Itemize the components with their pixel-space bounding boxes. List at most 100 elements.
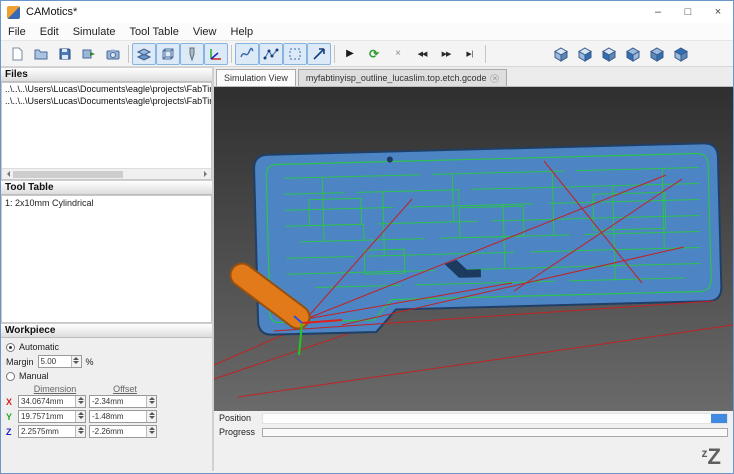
x-offset-spinbox[interactable]: -2.34mm	[89, 395, 157, 408]
file-list: ..\..\..\Users\Lucas\Documents\eagle\pro…	[1, 82, 212, 180]
x-dimension-spinbox[interactable]: 34.0674mm	[18, 395, 86, 408]
viewport-canvas	[214, 87, 733, 411]
open-project-button[interactable]	[29, 43, 53, 65]
scroll-left-icon[interactable]	[2, 169, 13, 180]
play-button[interactable]: ▶	[338, 43, 362, 65]
main-toolbar: ▶ ⟳ × ◀◀ ▶▶ ▶|	[1, 41, 733, 67]
rewind-button[interactable]: ◀◀	[410, 43, 434, 65]
scrollbar-thumb[interactable]	[13, 170, 123, 178]
right-panel: Simulation View myfabtinyisp_outline_luc…	[214, 67, 733, 471]
y-axis-label: Y	[6, 411, 13, 422]
window-controls: – □ ×	[643, 1, 733, 23]
spinner-arrows-icon[interactable]	[75, 396, 85, 407]
z-axis-label: Z	[6, 426, 12, 437]
snapshot-button[interactable]	[101, 43, 125, 65]
maximize-button[interactable]: □	[673, 1, 703, 23]
camotics-window: CAMotics* – □ × File Edit Simulate Tool …	[0, 0, 734, 474]
scroll-right-icon[interactable]	[200, 169, 211, 180]
toggle-direction-button[interactable]	[307, 42, 331, 65]
close-button[interactable]: ×	[703, 1, 733, 23]
app-icon	[7, 5, 20, 19]
window-title: CAMotics*	[26, 6, 78, 18]
reload-button[interactable]: ⟳	[362, 43, 386, 65]
view-right-button[interactable]	[645, 43, 669, 65]
progress-bar	[262, 427, 728, 437]
left-panel: Files ..\..\..\Users\Lucas\Documents\eag…	[1, 67, 212, 471]
stop-button[interactable]: ×	[386, 43, 410, 65]
automatic-label: Automatic	[19, 342, 60, 352]
camotics-logo: z	[701, 446, 708, 460]
toolbar-separator	[128, 44, 129, 63]
menu-item-view[interactable]: View	[186, 26, 224, 38]
spinner-arrows-icon[interactable]	[70, 356, 81, 367]
view-left-button[interactable]	[621, 43, 645, 65]
file-list-item[interactable]: ..\..\..\Users\Lucas\Documents\eagle\pro…	[2, 83, 211, 95]
simulation-viewport[interactable]	[214, 87, 733, 411]
file-list-hscrollbar[interactable]	[2, 168, 211, 179]
tab-close-icon[interactable]: ×	[490, 73, 500, 83]
save-project-button[interactable]	[53, 43, 77, 65]
menu-bar: File Edit Simulate Tool Table View Help	[1, 23, 733, 41]
menu-item-file[interactable]: File	[1, 26, 33, 38]
spinner-arrows-icon[interactable]	[75, 426, 85, 437]
y-offset-spinbox[interactable]: -1.48mm	[89, 410, 157, 423]
z-dimension-spinbox[interactable]: 2.2575mm	[18, 425, 86, 438]
workpiece-table-header: Dimension Offset	[20, 384, 207, 394]
position-row: Position	[214, 411, 733, 425]
y-dimension-spinbox[interactable]: 19.7571mm	[18, 410, 86, 423]
view-top-button[interactable]	[669, 43, 693, 65]
view-isometric-button[interactable]	[549, 43, 573, 65]
toolbar-separator	[334, 44, 335, 63]
table-row: Z 2.2575mm -2.26mm	[6, 425, 207, 438]
tool-table-list: 1: 2x10mm Cylindrical	[1, 195, 212, 323]
export-button[interactable]	[77, 43, 101, 65]
workpiece-panel-header: Workpiece	[1, 323, 212, 338]
menu-item-tool-table[interactable]: Tool Table	[123, 26, 186, 38]
table-row: X 34.0674mm -2.34mm	[6, 395, 207, 408]
toggle-path-lines-button[interactable]	[259, 42, 283, 65]
file-list-item[interactable]: ..\..\..\Users\Lucas\Documents\eagle\pro…	[2, 95, 211, 107]
workpiece-panel: Automatic Margin 5.00 % Manual Dimension	[1, 338, 212, 471]
toggle-tool-button[interactable]	[180, 42, 204, 65]
toolbar-separator	[231, 44, 232, 63]
margin-unit-label: %	[85, 356, 94, 367]
margin-label: Margin	[6, 356, 34, 367]
title-bar: CAMotics* – □ ×	[1, 1, 733, 23]
automatic-radio[interactable]	[6, 342, 15, 352]
spinner-arrows-icon[interactable]	[146, 396, 156, 407]
tab-bar: Simulation View myfabtinyisp_outline_luc…	[214, 67, 733, 87]
spinner-arrows-icon[interactable]	[75, 411, 85, 422]
tab-gcode-file[interactable]: myfabtinyisp_outline_lucaslim.top.etch.g…	[297, 69, 508, 86]
spinner-arrows-icon[interactable]	[146, 411, 156, 422]
toolbar-separator	[485, 44, 486, 63]
main-area: Files ..\..\..\Users\Lucas\Documents\eag…	[1, 67, 733, 471]
position-slider[interactable]	[262, 412, 728, 424]
margin-spinbox[interactable]: 5.00	[37, 355, 82, 368]
tool-list-item[interactable]: 1: 2x10mm Cylindrical	[2, 196, 211, 210]
view-front-button[interactable]	[573, 43, 597, 65]
minimize-button[interactable]: –	[643, 1, 673, 23]
x-axis-label: X	[6, 396, 13, 407]
skip-to-end-button[interactable]: ▶|	[458, 43, 482, 65]
toggle-smooth-path-button[interactable]	[235, 42, 259, 65]
menu-item-simulate[interactable]: Simulate	[66, 26, 123, 38]
menu-item-help[interactable]: Help	[224, 26, 261, 38]
fast-forward-button[interactable]: ▶▶	[434, 43, 458, 65]
dimension-column-header: Dimension	[33, 384, 77, 394]
toggle-bounds-button[interactable]	[283, 42, 307, 65]
position-slider-handle[interactable]	[711, 413, 727, 423]
new-project-button[interactable]	[5, 43, 29, 65]
toggle-workpiece-button[interactable]	[156, 42, 180, 65]
view-back-button[interactable]	[597, 43, 621, 65]
toggle-surface-button[interactable]	[132, 42, 156, 65]
toggle-axes-button[interactable]	[204, 42, 228, 65]
z-offset-spinbox[interactable]: -2.26mm	[89, 425, 157, 438]
manual-radio[interactable]	[6, 371, 15, 381]
menu-item-edit[interactable]: Edit	[33, 26, 66, 38]
tab-simulation-view[interactable]: Simulation View	[216, 69, 296, 86]
offset-column-header: Offset	[113, 384, 137, 394]
logo-row: z Z	[214, 439, 733, 471]
tool-table-panel-header: Tool Table	[1, 180, 212, 195]
progress-row: Progress	[214, 425, 733, 439]
spinner-arrows-icon[interactable]	[146, 426, 156, 437]
